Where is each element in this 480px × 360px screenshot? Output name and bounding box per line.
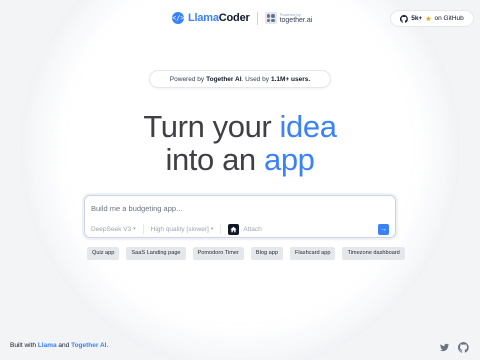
prompt-input[interactable]: [91, 202, 387, 214]
attach-button[interactable]: Attach: [228, 223, 262, 235]
suggestion-chip-flashcard[interactable]: Flashcard app: [290, 247, 336, 260]
suggestion-chip-pomodoro[interactable]: Pomodoro Timer: [192, 247, 244, 260]
controls-divider: [220, 224, 222, 234]
brand-name-llama: Llama: [188, 12, 219, 24]
brand-divider: [256, 11, 258, 25]
model-select-value: DeepSeek V3: [91, 225, 132, 233]
brand-name-coder: Coder: [218, 12, 250, 24]
suggestion-chip-blog[interactable]: Blog app: [250, 247, 283, 260]
hero-line1-text: Turn your: [143, 109, 280, 144]
quality-select[interactable]: High quality [slower] ▾: [151, 226, 214, 233]
powered-by-banner[interactable]: Powered by Together AI . Used by 1.1M+ u…: [149, 70, 331, 88]
hero-highlight-idea: idea: [279, 109, 337, 144]
banner-prefix: Powered by: [169, 75, 205, 83]
suggestion-chip-quiz[interactable]: Quiz app: [87, 247, 120, 260]
footer-together-link[interactable]: Together AI: [71, 342, 106, 349]
footer-credit: Built with Llama and Together AI.: [10, 342, 108, 349]
suggestion-list: Quiz app SaaS Landing page Pomodoro Time…: [87, 247, 405, 260]
llamacoder-logo-icon: </>: [172, 12, 185, 24]
partner-logo: Powered by together.ai: [264, 12, 313, 24]
hero-highlight-app: app: [263, 142, 315, 177]
submit-button[interactable]: →: [378, 223, 389, 235]
together-logo-icon: [264, 12, 277, 24]
controls-divider: [142, 224, 144, 234]
github-star-count: 5k+: [411, 15, 423, 22]
chevron-down-icon: ▾: [210, 226, 214, 232]
brand-name: LlamaCoder: [188, 12, 250, 24]
footer-llama-link[interactable]: Llama: [38, 342, 57, 349]
star-icon: ★: [425, 15, 432, 23]
banner-company: Together AI: [206, 75, 242, 83]
model-select[interactable]: DeepSeek V3 ▾: [91, 226, 136, 233]
attach-label: Attach: [243, 225, 262, 233]
prompt-box: DeepSeek V3 ▾ High quality [slower] ▾ At…: [84, 195, 396, 238]
footer-and: and: [56, 342, 72, 349]
github-icon: [400, 14, 408, 23]
banner-middle: . Used by: [241, 75, 269, 83]
footer-dot: .: [106, 342, 109, 349]
partner-name: together.ai: [279, 16, 313, 24]
github-label: on GitHub: [434, 15, 464, 22]
twitter-icon[interactable]: [439, 340, 450, 352]
house-icon: [228, 223, 240, 235]
github-icon[interactable]: [457, 340, 469, 353]
banner-users: 1.1M+ users.: [270, 75, 311, 83]
suggestion-chip-timezone[interactable]: Timezone dashboard: [342, 247, 405, 260]
chevron-down-icon: ▾: [133, 226, 136, 232]
brand-logo-link[interactable]: </> LlamaCoder Powered by together.ai: [172, 10, 312, 26]
github-stars-button[interactable]: 5k+ ★ on GitHub: [390, 10, 474, 27]
quality-select-value: High quality [slower]: [150, 225, 209, 233]
footer-prefix: Built with: [10, 342, 38, 349]
prompt-controls: DeepSeek V3 ▾ High quality [slower] ▾ At…: [91, 223, 389, 235]
hero-line2-text: into an: [165, 142, 264, 177]
suggestion-chip-saas-landing[interactable]: SaaS Landing page: [126, 247, 186, 260]
arrow-right-icon: →: [380, 225, 387, 233]
social-links: [439, 340, 469, 353]
hero-heading: Turn your idea into an app: [0, 110, 480, 176]
